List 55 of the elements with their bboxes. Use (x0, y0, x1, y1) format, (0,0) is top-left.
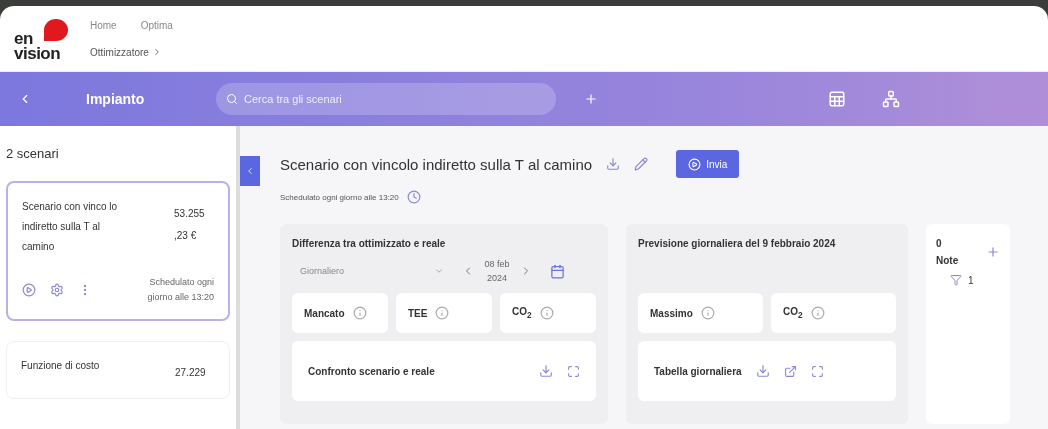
logo: en vision (14, 16, 72, 61)
panel-title: Differenza tra ottimizzato e reale (292, 238, 447, 249)
send-button[interactable]: Invia (676, 150, 740, 178)
open-icon[interactable] (783, 364, 797, 378)
scenario-card[interactable]: Funzione di costo 27.229 (6, 341, 230, 399)
add-note-button[interactable] (986, 245, 1000, 259)
toolbar-title: Impianto (86, 91, 146, 107)
download-icon[interactable] (539, 364, 553, 378)
expand-icon[interactable] (567, 364, 580, 378)
kpi-card: CO$_{2}$ (771, 293, 896, 333)
filter-icon[interactable] (950, 274, 962, 286)
scenario-value: 27.229 (175, 366, 207, 380)
clock-icon (406, 190, 421, 204)
calendar-icon[interactable] (550, 263, 565, 279)
nav-link[interactable]: Home (90, 19, 117, 31)
info-icon (810, 306, 825, 320)
info-icon (352, 306, 367, 320)
download-icon[interactable] (606, 157, 621, 171)
add-button[interactable] (584, 92, 598, 106)
edit-icon[interactable] (634, 157, 649, 171)
panel-title: Previsione giornaliera del 9 febbraio 2024 (638, 238, 837, 249)
filter-count: 1 (968, 274, 974, 286)
info-icon (539, 306, 554, 320)
schedule-text: Schedulato ogni giorno alle 13:20 (146, 276, 214, 304)
scenario-name: Funzione di costo (21, 359, 101, 373)
notes-count: 0 (936, 238, 943, 249)
kpi-card: CO$_{2}$ (500, 293, 596, 333)
network-icon[interactable] (882, 90, 900, 108)
kpi-card: TEE (396, 293, 492, 333)
card-title: Tabella giornaliera (654, 365, 742, 377)
notes-title: Note (936, 255, 959, 266)
breadcrumb-link[interactable]: Ottimizzatore (90, 46, 173, 58)
search-icon (226, 93, 238, 105)
scenario-value: 53.255 ,23 € (174, 207, 206, 243)
settings-icon[interactable] (50, 283, 64, 297)
scenario-card[interactable]: Scenario con vinco lo indiretto sulla T al camino 53.255 ,23 € Schedulato ogni giorno alle 13:20 (6, 181, 230, 321)
info-icon (700, 306, 715, 320)
chevron-left-icon (245, 166, 255, 176)
spreadsheet-icon[interactable] (828, 90, 846, 108)
expand-icon[interactable] (810, 364, 824, 378)
play-icon (688, 157, 702, 171)
info-icon (435, 306, 450, 320)
scenario-count: 2 scenari (6, 146, 60, 161)
card-title: Confronto scenario e reale (308, 365, 435, 377)
kpi-card: Mancato (292, 293, 388, 333)
chevron-down-icon (434, 266, 444, 276)
download-icon[interactable] (755, 364, 770, 378)
scenario-name: Scenario con vinco lo indiretto sulla T al camino (22, 200, 119, 254)
scenario-title: Scenario con vincolo indiretto sulla T al camino (280, 155, 593, 173)
play-icon[interactable] (22, 283, 36, 297)
date-text: 08 feb 2024 (484, 258, 510, 285)
period-select[interactable]: Giornaliero (292, 258, 452, 284)
nav-link[interactable]: Optima (140, 19, 173, 31)
kpi-card: Massimo (638, 293, 763, 333)
schedule-text: Schedulato ogni giorno alle 13:20 (280, 192, 399, 202)
